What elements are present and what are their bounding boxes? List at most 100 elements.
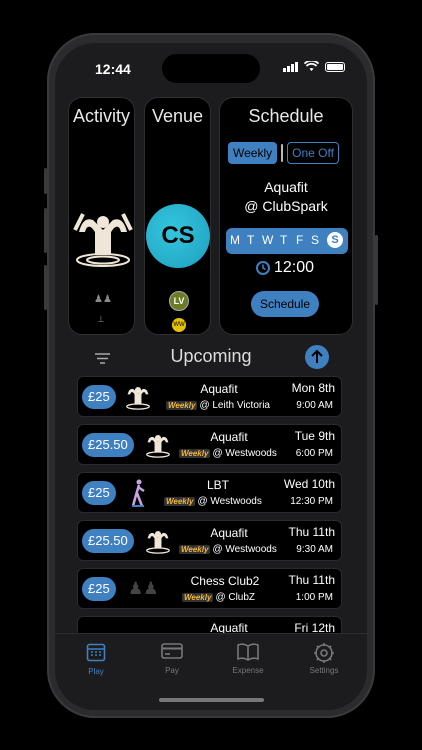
upcoming-row[interactable]: £25 Aquafit Weekly @ Leith Victoria Mon 8… xyxy=(77,376,342,417)
venue-card[interactable]: Venue CS LV WW xyxy=(144,97,211,335)
row-day: Thu 11th xyxy=(288,525,335,539)
status-bar: 12:44 xyxy=(55,43,367,93)
small-figure-icon: ⊥ xyxy=(97,314,105,324)
weekly-segment[interactable]: Weekly xyxy=(228,142,278,164)
weekly-tag: Weekly xyxy=(164,497,196,506)
upcoming-row[interactable]: £25 ♟♟ Chess Club2 Weekly @ ClubZ Thu 11t… xyxy=(77,568,342,609)
aquafit-icon xyxy=(146,435,170,458)
weekly-tag: Weekly xyxy=(179,545,211,554)
signal-icon xyxy=(283,61,298,72)
row-day: Thu 11th xyxy=(288,573,335,587)
upcoming-row[interactable]: Aquafit Fri 12th xyxy=(77,616,342,633)
schedule-title: Schedule xyxy=(248,106,324,126)
tab-expense[interactable]: Expense xyxy=(209,642,287,675)
row-venue: Weekly @ Westwoods xyxy=(179,448,277,459)
row-venue: Weekly @ Westwoods xyxy=(164,496,262,507)
row-activity: Aquafit xyxy=(210,526,248,540)
row-venue: Weekly @ Leith Victoria xyxy=(166,400,270,411)
row-day: Tue 9th xyxy=(294,429,335,443)
row-venue-text: @ Westwoods xyxy=(212,448,277,459)
clock-icon xyxy=(256,261,270,275)
chess-icon: ♟♟ xyxy=(128,579,159,598)
row-time: 1:00 PM xyxy=(295,592,333,603)
row-time: 9:00 AM xyxy=(296,400,333,411)
power-button xyxy=(375,235,378,305)
price-badge: £25 xyxy=(82,481,116,505)
price-badge: £25.50 xyxy=(82,433,134,457)
day-mon[interactable]: M xyxy=(230,233,240,247)
tab-pay-label: Pay xyxy=(165,666,179,675)
day-wed[interactable]: W xyxy=(262,233,273,247)
schedule-button[interactable]: Schedule xyxy=(251,291,319,317)
calendar-icon xyxy=(86,643,106,662)
schedule-venue: @ ClubSpark xyxy=(244,198,328,214)
row-activity: LBT xyxy=(206,478,229,492)
schedule-time: 12:00 xyxy=(274,259,315,276)
row-time: 9:30 AM xyxy=(296,544,333,555)
weekly-tag: Weekly xyxy=(179,449,211,458)
venue-badge-ww[interactable]: WW xyxy=(172,318,186,332)
row-venue: Weekly @ Westwoods xyxy=(179,544,280,555)
wifi-icon xyxy=(304,61,319,71)
book-icon xyxy=(237,643,259,661)
tab-expense-label: Expense xyxy=(232,666,264,675)
day-thu[interactable]: T xyxy=(280,233,287,247)
schedule-activity: Aquafit xyxy=(264,179,308,195)
price-badge: £25 xyxy=(82,577,116,601)
activity-card[interactable]: Activity ♟♟ ⊥ xyxy=(68,97,135,335)
schedule-type-segmented: Weekly One Off xyxy=(228,142,339,164)
row-activity: Aquafit xyxy=(210,430,248,444)
row-activity: Aquafit xyxy=(200,382,238,396)
tab-settings-label: Settings xyxy=(309,666,339,675)
row-day: Wed 10th xyxy=(283,477,335,491)
battery-icon xyxy=(325,61,345,72)
day-tue[interactable]: T xyxy=(247,233,254,247)
day-fri[interactable]: F xyxy=(296,233,303,247)
arrow-up-icon xyxy=(311,349,323,363)
scroll-top-button[interactable] xyxy=(305,345,329,369)
row-activity: Aquafit xyxy=(210,621,248,633)
day-picker: M T W T F S S xyxy=(226,228,348,254)
home-indicator xyxy=(159,698,264,702)
venue-badge-lv[interactable]: LV xyxy=(169,291,189,311)
activity-title: Activity xyxy=(72,106,130,126)
gear-icon xyxy=(314,643,334,663)
tab-settings[interactable]: Settings xyxy=(285,642,363,675)
row-venue: Weekly @ ClubZ xyxy=(182,592,255,603)
price-badge: £25.50 xyxy=(82,529,134,553)
upcoming-header: Upcoming xyxy=(55,343,367,373)
dynamic-island xyxy=(162,54,260,83)
aquafit-icon xyxy=(73,213,133,267)
row-time: 6:00 PM xyxy=(295,448,333,459)
row-venue-text: @ Leith Victoria xyxy=(199,400,270,411)
row-venue-text: @ Westwoods xyxy=(197,496,262,507)
tab-play[interactable]: Play xyxy=(57,642,135,676)
venue-title: Venue xyxy=(151,106,204,126)
one-off-segment[interactable]: One Off xyxy=(287,142,339,164)
upcoming-row[interactable]: £25.50 Aquafit Weekly @ Westwoods Tue 9th… xyxy=(77,424,342,465)
upcoming-row[interactable]: £25 LBT Weekly @ Westwoods Wed 10th 12:30… xyxy=(77,472,342,513)
day-sat[interactable]: S xyxy=(311,233,319,247)
day-sun[interactable]: S xyxy=(327,232,343,248)
time-picker[interactable]: 12:00 xyxy=(256,259,314,277)
price-badge: £25 xyxy=(82,385,116,409)
row-venue-text: @ Westwoods xyxy=(212,544,277,555)
clubspark-logo: CS xyxy=(146,204,210,268)
status-icons xyxy=(283,61,345,72)
weekly-tag: Weekly xyxy=(182,593,214,602)
row-time: 12:30 PM xyxy=(290,496,333,507)
stretch-figure-icon xyxy=(131,479,145,507)
row-day: Mon 8th xyxy=(291,381,335,395)
status-time: 12:44 xyxy=(95,61,131,77)
row-activity: Chess Club2 xyxy=(190,574,260,588)
weekly-tag: Weekly xyxy=(166,401,198,410)
aquafit-icon xyxy=(126,387,150,410)
upcoming-row[interactable]: £25.50 Aquafit Weekly @ Westwoods Thu 11t… xyxy=(77,520,342,561)
screen: 12:44 Activity ♟♟ ⊥ Venue CS LV WW Sched… xyxy=(55,43,367,710)
chess-icon: ♟♟ xyxy=(94,294,112,305)
tab-play-label: Play xyxy=(88,667,104,676)
aquafit-icon xyxy=(146,531,170,554)
row-day: Fri 12th xyxy=(294,621,335,633)
tab-pay[interactable]: Pay xyxy=(133,642,211,675)
row-venue-text: @ ClubZ xyxy=(215,592,256,603)
